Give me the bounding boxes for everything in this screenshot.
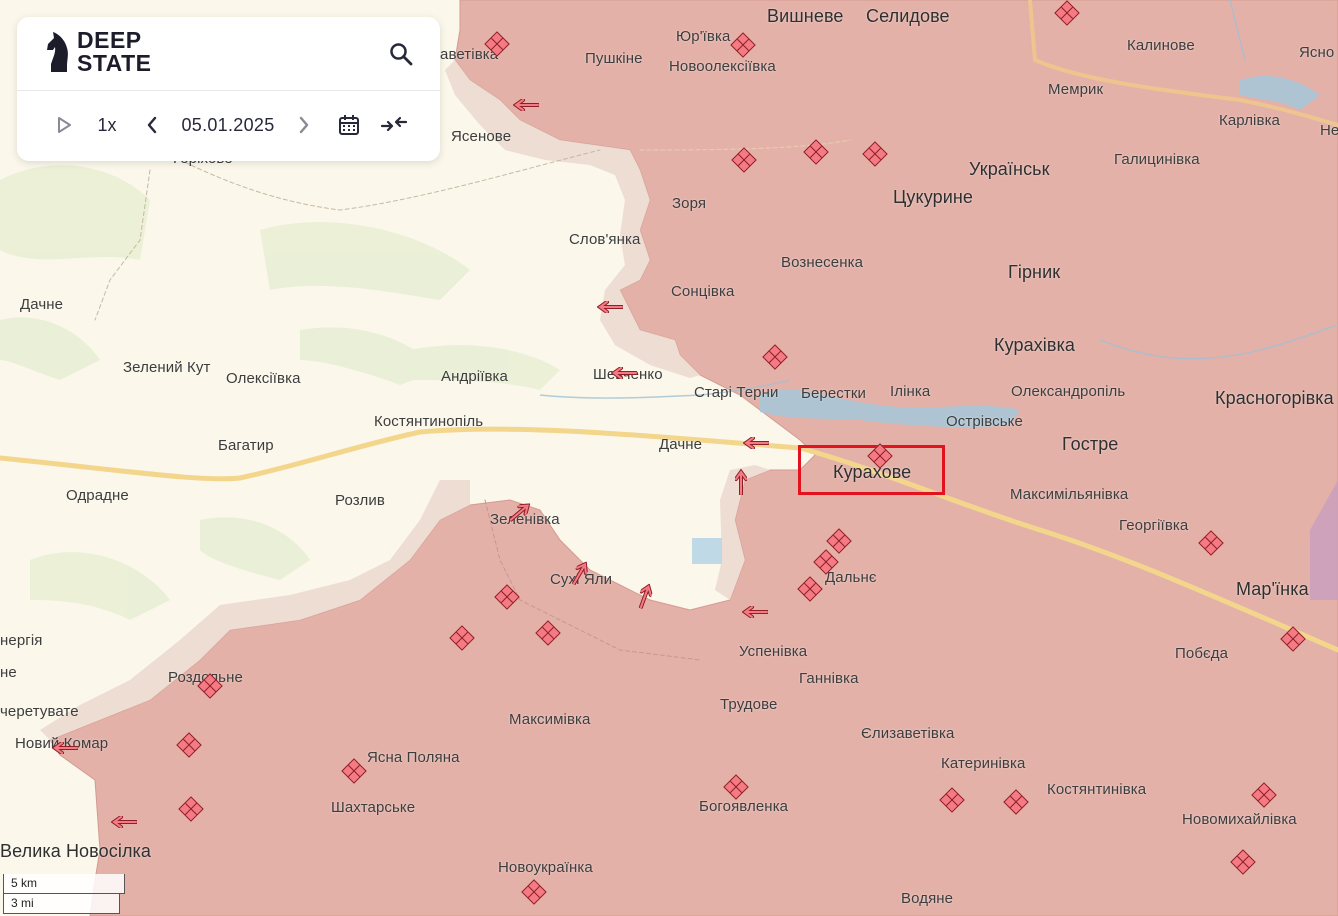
map-label: Дачне [659, 436, 703, 453]
map-label: Зелений Кут [123, 359, 211, 376]
map-label: Берестки [801, 385, 866, 402]
play-button[interactable] [51, 109, 77, 141]
attack-arrow-icon [611, 367, 637, 379]
map-label: Трудове [720, 696, 778, 713]
map-label: Єлизаветівка [861, 725, 955, 742]
map-label: Карлівка [1219, 112, 1280, 129]
map-label: Андріївка [441, 368, 508, 385]
map-label: Не [1320, 122, 1338, 139]
attack-arrow-icon [742, 606, 768, 618]
map-label: Цукурине [893, 187, 974, 207]
map-label: Ясенове [451, 128, 512, 145]
map-label: Сонцівка [671, 283, 735, 300]
map-label: Ясно [1299, 44, 1335, 61]
scale-km: 5 km [3, 874, 125, 894]
map-label: Дачне [20, 296, 64, 313]
search-icon [390, 43, 413, 66]
map-label: Катеринівка [941, 755, 1026, 772]
map-label: Старі Терни [694, 384, 779, 401]
map-label: Ганнівка [799, 670, 859, 687]
knight-icon [47, 32, 68, 72]
map-label: Ясна Поляна [367, 749, 460, 766]
map-label: Олексіївка [226, 370, 301, 387]
map-label: Українськ [969, 159, 1050, 179]
map-label: Красногорівка [1215, 388, 1334, 408]
map-label: Гостре [1062, 434, 1119, 454]
map-label: Новомихайлівка [1182, 811, 1297, 828]
map-label: Вишневе [767, 6, 844, 26]
map-label: Побєда [1175, 645, 1229, 662]
map-label: Зоря [672, 195, 707, 212]
map-label: Успенівка [739, 643, 808, 660]
map-label: Острівське [946, 413, 1023, 430]
map-label: Велика Новосілка [0, 841, 152, 861]
calendar-button[interactable] [335, 109, 363, 141]
map-label: Богоявленка [699, 798, 789, 815]
logo-text-deep: DEEP [77, 27, 142, 53]
attack-arrow-icon [111, 816, 137, 828]
control-panel: DEEP STATE 1x 05.01.2025 [17, 17, 440, 161]
map-label: Максимільянівка [1010, 486, 1129, 503]
attack-arrow-icon [735, 469, 747, 495]
map-label: Калинове [1127, 37, 1195, 54]
current-date[interactable]: 05.01.2025 [177, 109, 279, 141]
map-label: Пушкіне [585, 50, 643, 67]
map-label: черетувате [0, 703, 79, 720]
calendar-icon [339, 115, 359, 135]
map-label: Вознесенка [781, 254, 864, 271]
speed-button[interactable]: 1x [93, 109, 121, 141]
map-label: Курахівка [994, 335, 1076, 355]
chevron-left-icon [147, 116, 157, 134]
prev-date-button[interactable] [141, 109, 163, 141]
map-label: Галицинівка [1114, 151, 1200, 168]
attack-arrow-icon [513, 99, 539, 111]
map-label: Мар'їнка [1236, 579, 1309, 599]
map-label: Новоолексіївка [669, 58, 776, 75]
attack-arrow-icon [743, 437, 769, 449]
map-label: Максимівка [509, 711, 591, 728]
map-label: Юр'ївка [676, 28, 731, 45]
map-label: Георгіївка [1119, 517, 1189, 534]
map-label: Костянтинівка [1047, 781, 1147, 798]
map-label: Багатир [218, 437, 274, 454]
map-label: Новоукраїнка [498, 859, 593, 876]
compare-arrows-icon [380, 116, 408, 132]
map-label: Одрадне [66, 487, 129, 504]
play-icon [58, 117, 71, 133]
map-label: Костянтинопіль [374, 413, 484, 430]
map-label: Ілінка [890, 383, 931, 400]
map-label: не [0, 664, 17, 681]
map-label: Шахтарське [331, 799, 416, 816]
map-label: Селидове [866, 6, 950, 26]
map-label: Гірник [1008, 262, 1061, 282]
map-label: нергія [0, 632, 43, 649]
attack-arrow-icon [597, 301, 623, 313]
map-label: Дальнє [825, 569, 877, 586]
map-label: Слов'янка [569, 231, 641, 248]
map-label: Розлив [335, 492, 385, 509]
panel-divider [17, 90, 440, 91]
map-label: Водяне [901, 890, 954, 907]
search-button[interactable] [388, 41, 414, 67]
chevron-right-icon [299, 116, 309, 134]
map-label: Олександропіль [1011, 383, 1126, 400]
compare-button[interactable] [379, 109, 409, 141]
attack-arrow-icon [52, 742, 78, 754]
logo-text-state: STATE [77, 50, 152, 76]
map-label: Мемрик [1048, 81, 1104, 98]
scale-mi: 3 mi [3, 894, 120, 914]
next-date-button[interactable] [293, 109, 315, 141]
deepstate-logo[interactable]: DEEP STATE [45, 29, 151, 75]
